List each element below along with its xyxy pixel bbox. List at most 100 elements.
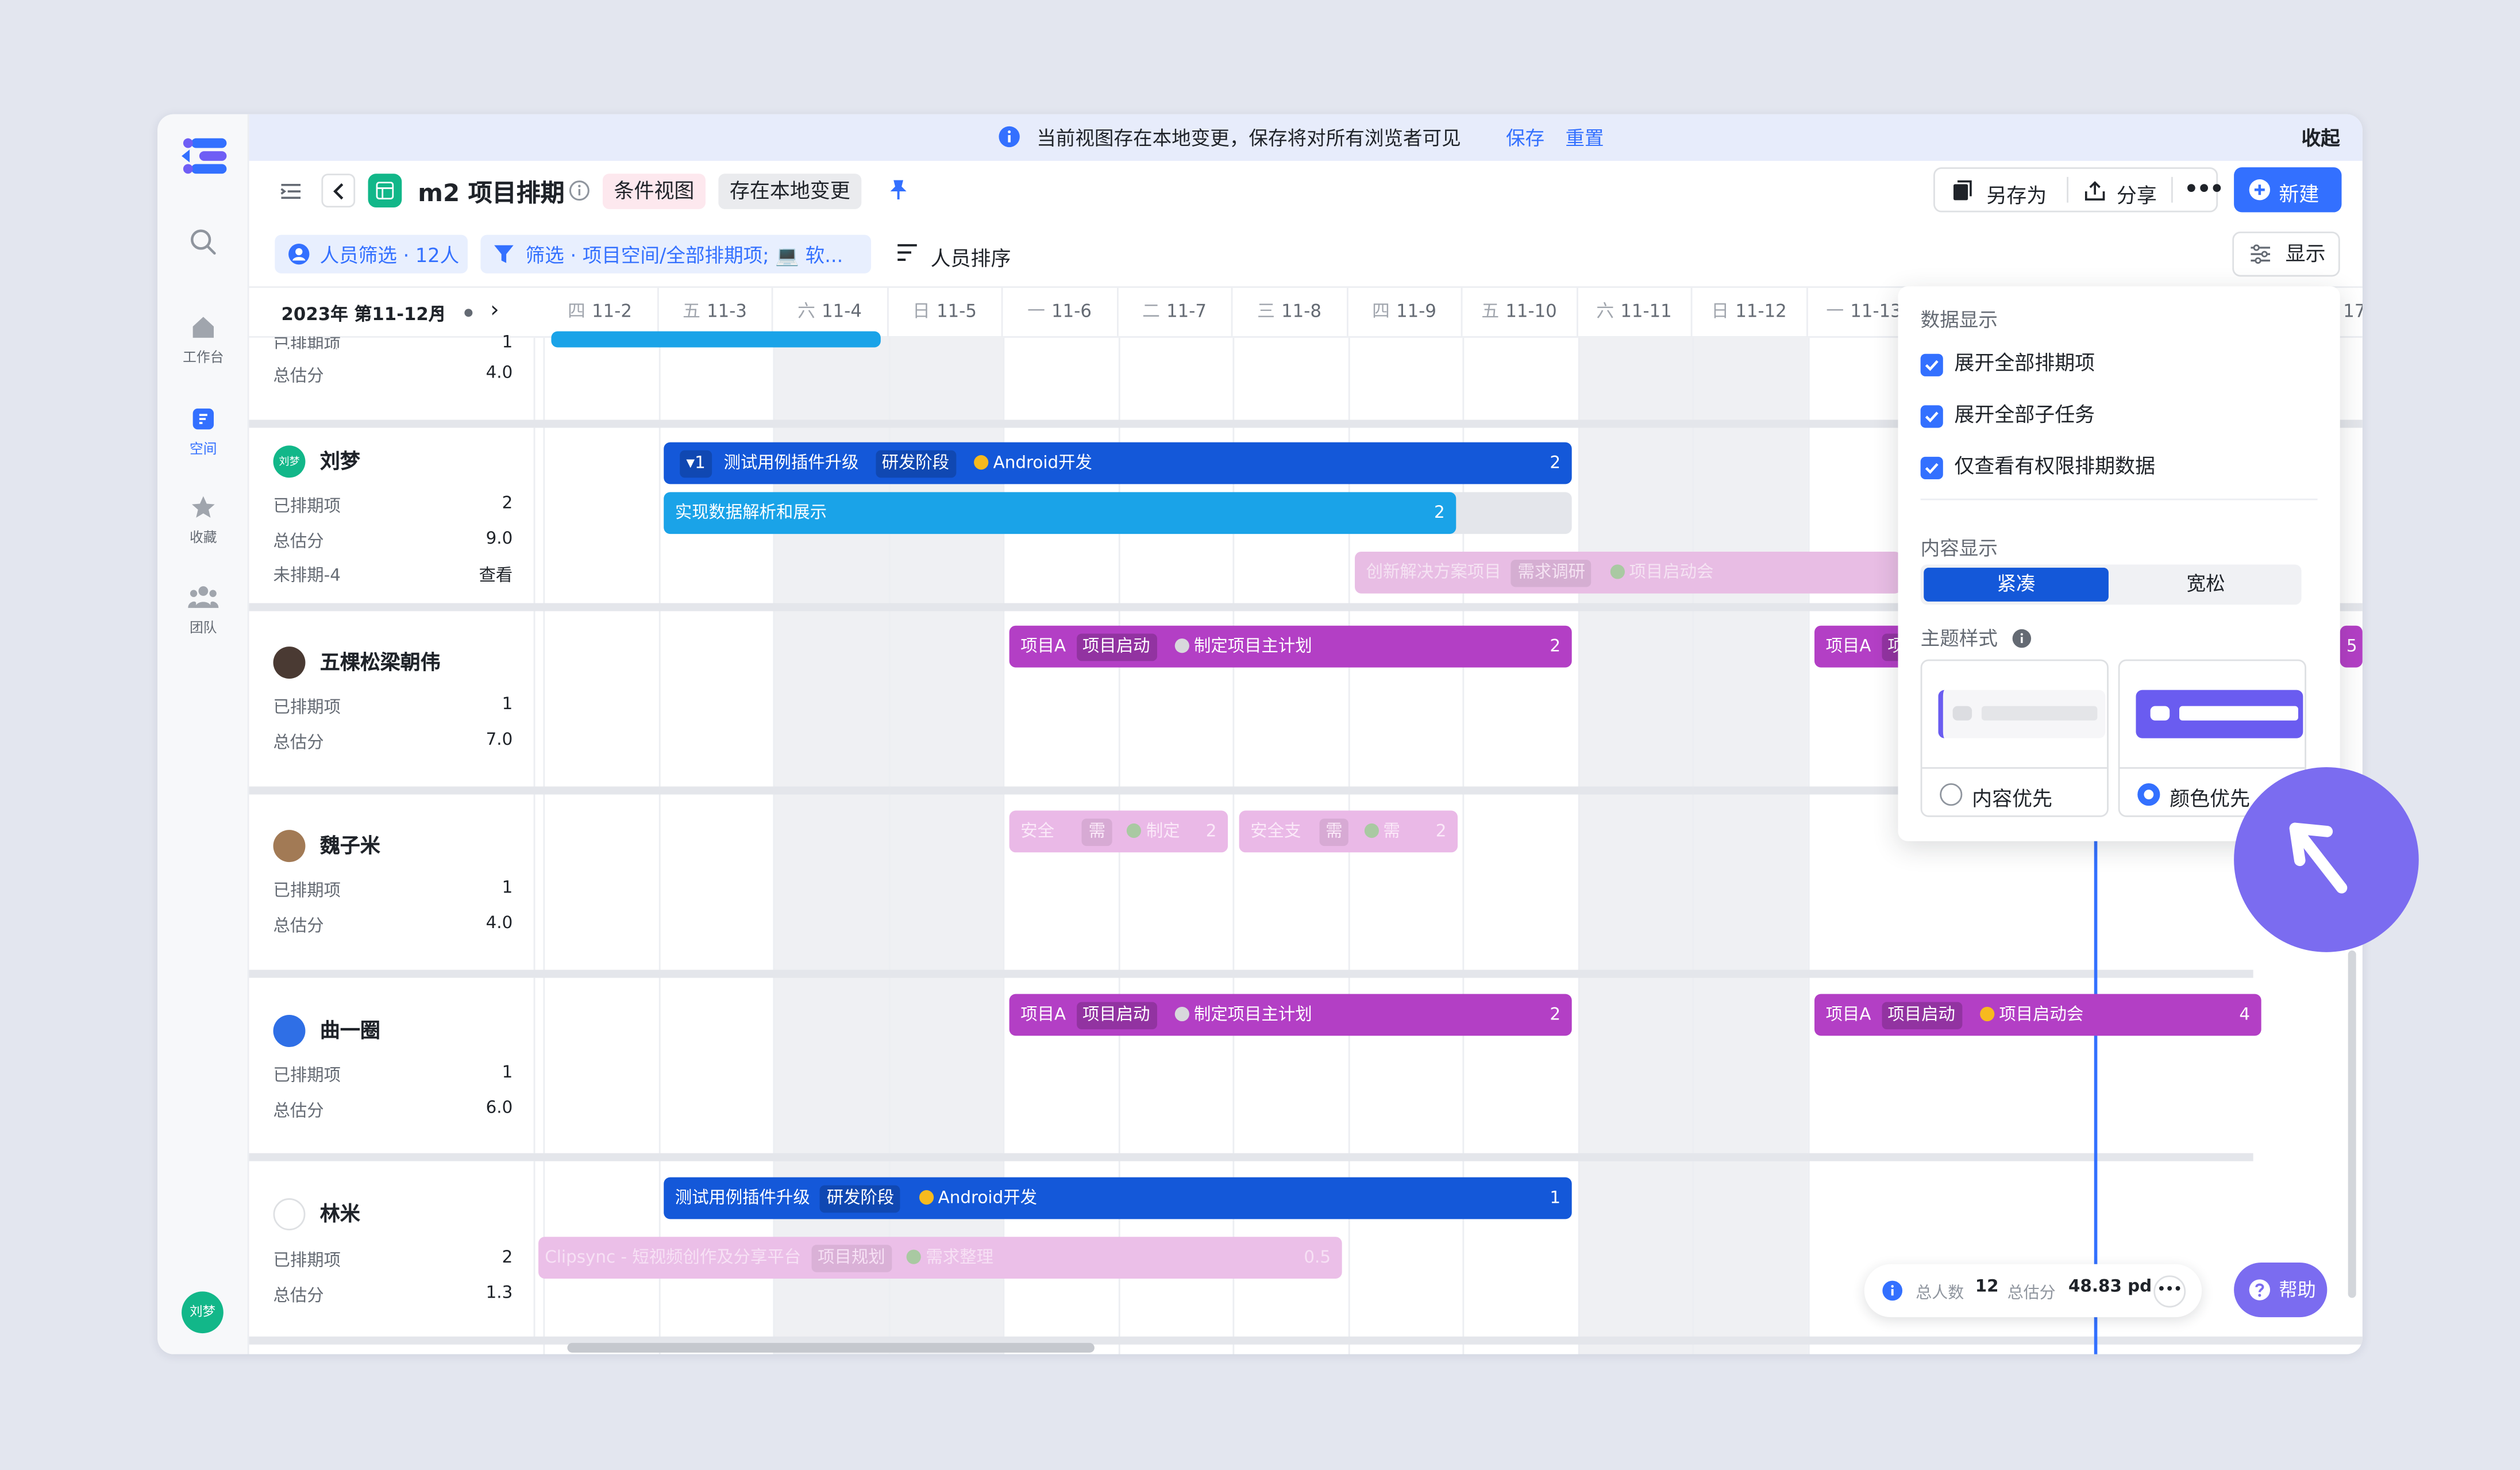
option-label: 仅查看有权限排期数据 <box>1954 453 2156 478</box>
checkbox-checked-icon[interactable] <box>1920 353 1943 376</box>
theme-option-label: 内容优先 <box>1972 786 2053 811</box>
weekday-label: 日 <box>912 301 930 322</box>
person-name[interactable]: 曲一圈 <box>320 1018 380 1042</box>
stat-label: 总估分 <box>273 1286 324 1306</box>
stat-label: 已排期项 <box>273 881 341 901</box>
date-label: 11-5 <box>937 301 977 322</box>
cursor-highlight <box>2234 767 2419 952</box>
next-period-icon[interactable]: › <box>490 298 499 324</box>
stat-value: 1 <box>502 695 513 714</box>
schedule-bar[interactable]: 项目A 项目启 <box>1814 625 1911 668</box>
weekday-label: 一 <box>1027 301 1045 322</box>
weekday-label: 日 <box>1711 301 1729 322</box>
person-name[interactable]: 刘梦 <box>320 449 360 473</box>
grid-line <box>1807 337 1809 1354</box>
theme-content-first-card[interactable]: 内容优先 <box>1920 659 2109 817</box>
person-row: 已排期项 1 总估分 4.0 <box>249 333 535 420</box>
date-label: 11-7 <box>1166 301 1207 322</box>
today-dot-icon[interactable] <box>464 309 473 317</box>
avatar <box>273 1014 306 1046</box>
bar-count: 2 <box>1434 503 1445 523</box>
bar-count: 4 <box>2239 1005 2251 1025</box>
schedule-bar[interactable]: 5 <box>2340 625 2363 668</box>
bar-title: 项目A <box>1825 1005 1871 1025</box>
compact-option[interactable]: 紧凑 <box>1924 567 2109 602</box>
checkbox-checked-icon[interactable] <box>1920 404 1943 428</box>
content-section-title: 内容显示 <box>1920 537 1998 560</box>
bar-stage: 研发阶段 <box>875 450 956 478</box>
stat-value: 1 <box>502 878 513 898</box>
radio-checked-icon[interactable] <box>2137 783 2160 806</box>
schedule-bar[interactable]: 测试用例插件升级 研发阶段 Android开发 1 <box>664 1177 1572 1219</box>
schedule-bar[interactable]: 项目A 项目启动 制定项目主计划 2 <box>1009 994 1572 1036</box>
bar-count: 2 <box>1550 453 1561 473</box>
density-toggle: 紧凑 宽松 <box>1920 564 2302 605</box>
more-icon[interactable]: ••• <box>2153 1275 2186 1308</box>
stat-value: 1 <box>502 333 513 349</box>
prev-period-icon[interactable]: ‹ <box>432 298 441 324</box>
option-expand-all[interactable]: 展开全部排期项 <box>1920 346 2095 376</box>
day-header: 日 11-5 <box>888 287 1003 336</box>
bar-stage: 研发阶段 <box>820 1185 901 1213</box>
bar-task: 项目启动会 <box>1999 1005 2084 1025</box>
horizontal-scrollbar[interactable] <box>567 1342 1095 1353</box>
preview-block <box>2179 706 2298 721</box>
day-header: 三 11-8 <box>1232 287 1348 336</box>
vertical-scrollbar[interactable] <box>2348 951 2356 1298</box>
stat-value: 9.0 <box>485 529 513 549</box>
status-dot-icon <box>1174 638 1189 653</box>
day-header: 日 11-12 <box>1692 287 1808 336</box>
schedule-bar-faded[interactable]: Clipsync - 短视频创作及分享平台 项目规划 需求整理 0.5 <box>538 1237 1342 1279</box>
person-header: 五棵松梁朝伟 <box>273 645 441 678</box>
bar-count: 2 <box>1205 822 1217 841</box>
info-icon[interactable] <box>2012 629 2032 648</box>
view-unscheduled-link[interactable]: 查看 <box>448 563 513 587</box>
loose-option[interactable]: 宽松 <box>2113 568 2298 602</box>
bar-title: 项目A <box>1825 637 1871 656</box>
stat-value: 4.0 <box>485 913 513 933</box>
schedule-bar-faded[interactable]: 创新解决方案项目 需求调研 项目启动会 <box>1355 551 1902 594</box>
theme-section-title: 主题样式 <box>1920 627 1998 650</box>
date-label: 11-8 <box>1281 301 1321 322</box>
schedule-bar[interactable]: 项目A 项目启动 制定项目主计划 2 <box>1009 625 1572 668</box>
schedule-bar[interactable]: 项目A 项目启动 项目启动会 4 <box>1814 994 2261 1036</box>
person-name[interactable]: 林米 <box>320 1202 360 1226</box>
person-name[interactable]: 五棵松梁朝伟 <box>320 650 441 674</box>
expand-toggle[interactable]: ▾1 <box>680 450 712 478</box>
option-permission-only[interactable]: 仅查看有权限排期数据 <box>1920 449 2156 479</box>
checkbox-checked-icon[interactable] <box>1920 456 1943 479</box>
help-button[interactable]: 帮助 <box>2234 1262 2328 1318</box>
stat-value: 1.3 <box>485 1283 513 1303</box>
status-dot-icon <box>1979 1006 1994 1022</box>
row-separator <box>249 1153 2253 1161</box>
schedule-bar[interactable]: 实现数据解析和展示 2 <box>664 492 1456 534</box>
weekday-label: 三 <box>1257 301 1275 322</box>
day-header: 五 11-3 <box>658 287 773 336</box>
bar-title: 测试用例插件升级 <box>675 1188 810 1208</box>
person-row: 曲一圈 已排期项 1 总估分 6.0 <box>249 978 535 1153</box>
person-header: 曲一圈 <box>273 1013 380 1046</box>
stat-value: 2 <box>502 1248 513 1268</box>
schedule-bar[interactable]: ▾1 测试用例插件升级 研发阶段 Android开发 2 <box>664 442 1572 484</box>
total-people-label: 总人数 <box>1916 1285 1964 1303</box>
divider <box>1920 498 2318 501</box>
bar-stage: 项目启动 <box>1076 633 1157 661</box>
day-header: 六 11-11 <box>1577 287 1693 336</box>
status-dot-icon <box>1127 823 1142 838</box>
stat-label: 已排期项 <box>273 1066 341 1086</box>
bar-stage: 需 <box>1319 818 1349 846</box>
day-header: 五 11-10 <box>1462 287 1578 336</box>
grid-line <box>658 337 660 1354</box>
theme-preview <box>2136 690 2303 738</box>
bar-title: 创新解决方案项目 <box>1366 563 1501 583</box>
stat-label: 总估分 <box>273 733 324 753</box>
radio-unchecked-icon[interactable] <box>1940 783 1963 806</box>
option-expand-subtasks[interactable]: 展开全部子任务 <box>1920 397 2095 428</box>
avatar: 刘梦 <box>273 444 306 477</box>
schedule-bar-faded[interactable]: 安全 需 制定 2 <box>1009 810 1228 853</box>
stat-label: 总估分 <box>273 917 324 936</box>
stat-value: 4.0 <box>485 363 513 383</box>
schedule-bar-faded[interactable]: 安全支 需 需 2 <box>1239 810 1458 853</box>
schedule-bar[interactable] <box>551 331 881 348</box>
person-name[interactable]: 魏子米 <box>320 833 380 857</box>
